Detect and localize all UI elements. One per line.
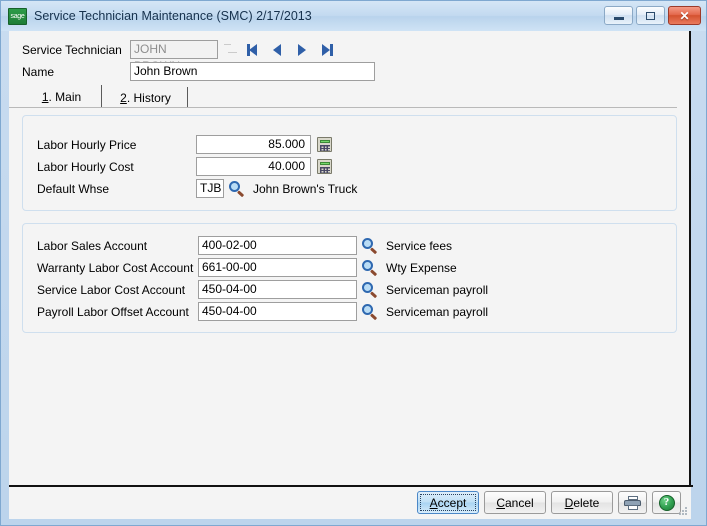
labor-sales-account-description: Service fees — [386, 238, 453, 253]
tab-main-mnemonic: 1 — [41, 89, 49, 104]
labor-sales-account-label: Labor Sales Account — [37, 238, 148, 253]
next-record-button[interactable] — [295, 43, 309, 57]
tab-strip: 1. Main 2. History — [22, 85, 677, 108]
minimize-icon — [613, 16, 624, 20]
sage-logo-icon: sage — [8, 7, 27, 25]
rates-group: Labor Hourly Price 85.000 Labor Hourly C… — [22, 115, 677, 211]
lookup-magnifier-icon[interactable] — [229, 180, 246, 197]
tab-main[interactable]: 1. Main — [22, 85, 102, 108]
tab-history-label: . History — [126, 90, 171, 105]
print-button[interactable] — [618, 491, 647, 514]
labor-hourly-price-row: Labor Hourly Price 85.000 — [37, 135, 332, 154]
cancel-label: ancel — [504, 495, 534, 510]
payroll-labor-offset-account-label: Payroll Labor Offset Account — [37, 304, 189, 319]
last-record-button[interactable] — [319, 43, 333, 57]
printer-icon — [624, 495, 641, 510]
accounts-group: Labor Sales Account 400-02-00 Service fe… — [22, 223, 677, 333]
labor-hourly-cost-label: Labor Hourly Cost — [37, 159, 134, 174]
payroll-labor-offset-account-input[interactable]: 450-04-00 — [198, 302, 357, 321]
service-labor-cost-account-label: Service Labor Cost Account — [37, 282, 186, 297]
warranty-labor-cost-account-description: Wty Expense — [386, 260, 457, 275]
labor-sales-account-row: Labor Sales Account 400-02-00 Service fe… — [37, 236, 452, 255]
resize-grip[interactable] — [679, 507, 688, 516]
maximize-button[interactable] — [636, 6, 665, 25]
service-labor-cost-account-row: Service Labor Cost Account 450-04-00 Ser… — [37, 280, 488, 299]
tab-divider — [9, 107, 677, 108]
lookup-magnifier-icon[interactable] — [362, 281, 379, 298]
first-record-button[interactable] — [247, 43, 261, 57]
name-row: Name John Brown — [22, 62, 375, 81]
delete-button[interactable]: Delete — [551, 491, 613, 514]
service-labor-cost-account-input[interactable]: 450-04-00 — [198, 280, 357, 299]
default-whse-description: John Brown's Truck — [253, 181, 358, 196]
labor-hourly-cost-row: Labor Hourly Cost 40.000 — [37, 157, 332, 176]
lookup-magnifier-icon[interactable] — [362, 303, 379, 320]
calculator-icon[interactable] — [317, 159, 332, 174]
help-button[interactable]: ? — [652, 491, 681, 514]
warranty-labor-cost-account-row: Warranty Labor Cost Account 661-00-00 Wt… — [37, 258, 457, 277]
name-label: Name — [22, 64, 55, 79]
focus-ring — [420, 494, 476, 511]
payroll-labor-offset-account-description: Serviceman payroll — [386, 304, 489, 319]
delete-mnemonic: D — [564, 495, 574, 510]
calculator-icon[interactable] — [317, 137, 332, 152]
button-bar: Accept Cancel Delete ? — [9, 487, 691, 519]
service-technician-label: Service Technician — [22, 42, 122, 57]
minimize-button[interactable] — [604, 6, 633, 25]
close-button[interactable]: ✕ — [668, 6, 701, 25]
lookup-magnifier-icon[interactable] — [362, 259, 379, 276]
last-record-icon — [322, 43, 330, 56]
warranty-labor-cost-account-label: Warranty Labor Cost Account — [37, 260, 194, 275]
delete-label: elete — [573, 495, 600, 510]
service-technician-row: Service Technician JOHN BROWN — [22, 40, 333, 73]
payroll-labor-offset-account-row: Payroll Labor Offset Account 450-04-00 S… — [37, 302, 488, 321]
labor-hourly-price-input[interactable]: 85.000 — [196, 135, 311, 154]
window-title: Service Technician Maintenance (SMC) 2/1… — [34, 9, 312, 23]
name-input[interactable]: John Brown — [130, 62, 375, 81]
next-record-icon — [298, 43, 306, 56]
default-whse-label: Default Whse — [37, 181, 110, 196]
tab-main-label: . Main — [48, 89, 82, 104]
warranty-labor-cost-account-input[interactable]: 661-00-00 — [198, 258, 357, 277]
default-whse-input[interactable]: TJB — [196, 179, 224, 198]
record-navigation — [247, 43, 333, 57]
batch-dots-icon — [223, 42, 238, 57]
previous-record-button[interactable] — [271, 43, 285, 57]
cancel-mnemonic: C — [496, 495, 505, 510]
cancel-button[interactable]: Cancel — [484, 491, 546, 514]
client-area: Service Technician JOHN BROWN — [9, 31, 691, 486]
lookup-magnifier-icon[interactable] — [362, 237, 379, 254]
window-controls: ✕ — [604, 6, 701, 25]
labor-sales-account-input[interactable]: 400-02-00 — [198, 236, 357, 255]
service-technician-input[interactable]: JOHN BROWN — [130, 40, 218, 73]
labor-hourly-price-label: Labor Hourly Price — [37, 137, 137, 152]
labor-hourly-cost-input[interactable]: 40.000 — [196, 157, 311, 176]
tab-history[interactable]: 2. History — [104, 87, 188, 108]
service-labor-cost-account-description: Serviceman payroll — [386, 282, 489, 297]
previous-record-icon — [273, 43, 281, 56]
accept-button[interactable]: Accept — [417, 491, 479, 514]
tab-history-mnemonic: 2 — [120, 90, 127, 105]
application-window: sage Service Technician Maintenance (SMC… — [0, 0, 707, 526]
default-whse-row: Default Whse TJB John Brown's Truck — [37, 179, 357, 198]
maximize-icon — [646, 11, 655, 20]
action-buttons: Accept Cancel Delete ? — [417, 491, 681, 514]
title-bar: sage Service Technician Maintenance (SMC… — [1, 1, 706, 31]
help-icon: ? — [658, 494, 675, 511]
